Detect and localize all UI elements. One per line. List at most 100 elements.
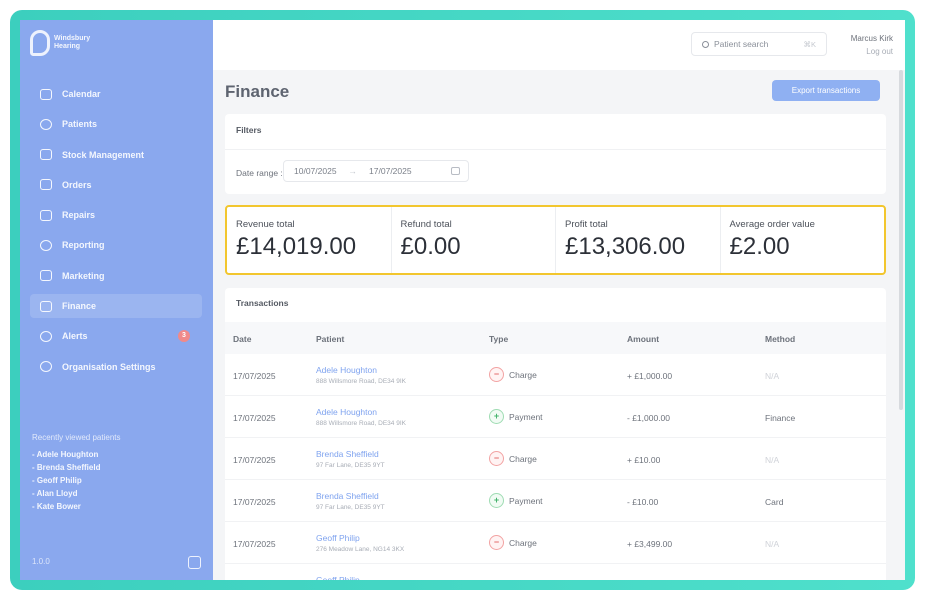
table-row[interactable]: Geoff Philip	[225, 564, 886, 580]
sidebar-item-label: Reporting	[62, 240, 105, 251]
charge-icon: −	[489, 451, 504, 466]
table-header: Date Patient Type Amount Method	[225, 322, 886, 354]
sidebar-item-label: Stock Management	[62, 149, 145, 160]
sidebar-item-calendar[interactable]: Calendar	[30, 82, 202, 106]
cell-method: Finance	[765, 413, 796, 423]
cell-method: N/A	[765, 539, 780, 549]
stat-label: Profit total	[565, 219, 608, 230]
table-row[interactable]: 17/07/2025 Adele Houghton 888 Willsmore Ro…	[225, 396, 886, 438]
column-header-date[interactable]: Date	[233, 334, 251, 344]
cell-amount: + £1,000.00	[627, 371, 673, 381]
patient-name-link[interactable]: Brenda Sheffield	[316, 449, 379, 459]
cell-date: 17/07/2025	[233, 413, 276, 423]
logo[interactable]: Windsbury Hearing	[30, 30, 102, 56]
recent-patient-link[interactable]: - Alan Lloyd	[32, 489, 121, 498]
cell-amount: - £10.00	[627, 497, 659, 507]
sidebar-nav: Calendar Patients Stock Management Orders Re…	[30, 82, 202, 385]
calendar-icon	[40, 88, 52, 100]
sidebar-item-label: Patients	[62, 119, 98, 130]
topbar: Patient search ⌘K Marcus Kirk Log out	[213, 20, 905, 70]
ear-logo-icon	[30, 30, 50, 56]
sidebar-item-label: Finance	[62, 301, 97, 312]
sidebar-item-label: Alerts	[62, 331, 88, 342]
stat-value: £14,019.00	[236, 233, 357, 260]
column-header-method[interactable]: Method	[765, 334, 795, 344]
cell-method: Card	[765, 497, 784, 507]
date-range-label: Date range :	[236, 168, 283, 178]
patient-name-link[interactable]: Adele Houghton	[316, 407, 377, 417]
wrench-icon	[40, 209, 52, 221]
logo-text: Windsbury Hearing	[54, 35, 91, 50]
filters-title: Filters	[236, 125, 262, 135]
recent-patient-link[interactable]: - Geoff Philip	[32, 476, 121, 485]
stat-label: Average order value	[729, 219, 815, 230]
type-label: Charge	[509, 369, 537, 380]
sidebar-item-organisation-settings[interactable]: Organisation Settings	[30, 355, 202, 379]
table-row[interactable]: 17/07/2025 Geoff Philip 276 Meadow Lane, N…	[225, 522, 886, 564]
patient-search-input[interactable]: Patient search ⌘K	[691, 32, 827, 56]
cell-amount: + £3,499.00	[627, 539, 673, 549]
column-header-amount[interactable]: Amount	[627, 334, 659, 344]
page-scrollbar[interactable]	[899, 70, 903, 410]
recent-patient-link[interactable]: - Brenda Sheffield	[32, 463, 121, 472]
table-row[interactable]: 17/07/2025 Brenda Sheffield 97 Far Lane, D…	[225, 438, 886, 480]
user-name: Marcus Kirk	[850, 34, 893, 43]
app-window: Windsbury Hearing Calendar Patients Stock …	[20, 20, 905, 580]
cell-amount: + £10.00	[627, 455, 661, 465]
export-transactions-button[interactable]: Export transactions	[772, 80, 880, 101]
sidebar-item-finance[interactable]: Finance	[30, 294, 202, 319]
stat-tile: Refund total £0.00	[392, 207, 556, 273]
patient-name-link[interactable]: Geoff Philip	[316, 533, 360, 543]
alerts-count-badge: 3	[178, 330, 190, 343]
bell-icon	[40, 330, 52, 342]
recent-patients-title: Recently viewed patients	[32, 433, 121, 442]
cell-date: 17/07/2025	[233, 539, 276, 549]
column-header-patient[interactable]: Patient	[316, 334, 344, 344]
cell-date: 17/07/2025	[233, 497, 276, 507]
filters-card: Filters Date range : 10/07/2025 → 17/07/…	[225, 114, 886, 194]
recent-patient-link[interactable]: - Adele Houghton	[32, 450, 121, 459]
cell-type: − Charge	[489, 535, 537, 550]
recent-patient-link[interactable]: - Kate Bower	[32, 502, 121, 511]
date-separator: →	[348, 166, 358, 176]
date-to: 17/07/2025	[369, 166, 412, 176]
type-label: Charge	[509, 537, 537, 548]
clock-icon	[40, 239, 52, 251]
collapse-sidebar-icon[interactable]	[188, 556, 201, 569]
stat-tile: Average order value £2.00	[721, 207, 885, 273]
table-row[interactable]: 17/07/2025 Brenda Sheffield 97 Far Lane, D…	[225, 480, 886, 522]
sidebar-item-reporting[interactable]: Reporting	[30, 233, 202, 257]
transactions-card: Transactions Date Patient Type Amount Me…	[225, 288, 886, 580]
divider	[225, 149, 886, 150]
smile-icon	[40, 118, 52, 130]
sidebar-item-label: Repairs	[62, 210, 96, 221]
type-label: Payment	[509, 411, 543, 422]
date-range-picker[interactable]: 10/07/2025 → 17/07/2025	[283, 160, 469, 182]
sidebar-item-label: Marketing	[62, 270, 105, 281]
search-placeholder: Patient search	[714, 39, 769, 49]
table-row[interactable]: 17/07/2025 Adele Houghton 888 Willsmore Ro…	[225, 354, 886, 396]
sidebar-item-alerts[interactable]: Alerts 3	[30, 324, 202, 348]
patient-name-link[interactable]: Adele Houghton	[316, 365, 377, 375]
patient-address: 888 Willsmore Road, DE34 9IK	[316, 378, 406, 385]
sidebar-item-stock-management[interactable]: Stock Management	[30, 143, 202, 167]
patient-address: 888 Willsmore Road, DE34 9IK	[316, 420, 406, 427]
logout-link[interactable]: Log out	[851, 45, 893, 58]
payment-icon: +	[489, 409, 504, 424]
sidebar-item-orders[interactable]: Orders	[30, 173, 202, 197]
patient-name-link[interactable]: Geoff Philip	[316, 575, 360, 580]
patient-name-link[interactable]: Brenda Sheffield	[316, 491, 379, 501]
sidebar-item-patients[interactable]: Patients	[30, 112, 202, 136]
sidebar-item-repairs[interactable]: Repairs	[30, 203, 202, 227]
column-header-type[interactable]: Type	[489, 334, 508, 344]
sidebar-item-marketing[interactable]: Marketing	[30, 264, 202, 288]
patient-address: 97 Far Lane, DE35 9YT	[316, 504, 385, 511]
recent-patients: Recently viewed patients - Adele Houghto…	[32, 433, 121, 515]
cell-method: N/A	[765, 371, 780, 381]
sidebar-item-label: Calendar	[62, 89, 101, 99]
sidebar: Windsbury Hearing Calendar Patients Stock …	[20, 20, 213, 580]
stat-tile: Profit total £13,306.00	[556, 207, 721, 273]
patient-address: 97 Far Lane, DE35 9YT	[316, 462, 385, 469]
cell-amount: - £1,000.00	[627, 413, 671, 423]
cell-method: N/A	[765, 455, 780, 465]
